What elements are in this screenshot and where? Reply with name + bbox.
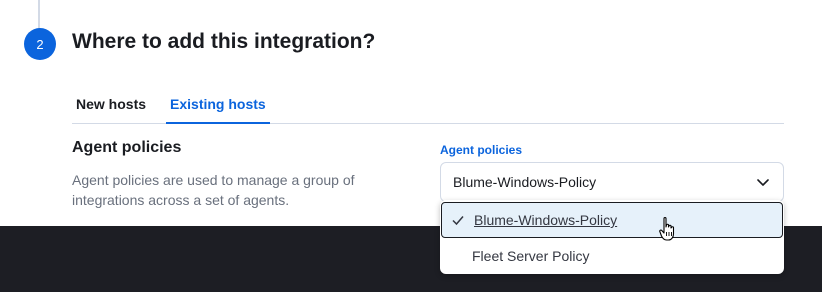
step-title: Where to add this integration? <box>72 30 376 53</box>
agent-policy-select-value: Blume-Windows-Policy <box>453 174 597 190</box>
agent-policies-description: Agent policies are used to manage a grou… <box>72 172 355 208</box>
agent-policies-field-label: Agent policies <box>440 143 523 157</box>
chevron-down-icon <box>757 179 769 186</box>
agent-policies-heading: Agent policies <box>72 139 182 156</box>
step-connector-line <box>38 0 40 30</box>
option-fleet-server-policy[interactable]: Fleet Server Policy <box>440 238 784 274</box>
option-blume-windows-policy[interactable]: Blume-Windows-Policy <box>441 202 783 238</box>
hand-cursor-icon <box>659 217 675 241</box>
host-tabs: New hosts Existing hosts <box>72 88 784 124</box>
option-label: Blume-Windows-Policy <box>474 212 618 228</box>
agent-policy-dropdown: Blume-Windows-Policy Fleet Server Policy <box>440 200 784 274</box>
step-number-badge: 2 <box>24 28 56 60</box>
tab-existing-hosts[interactable]: Existing hosts <box>166 88 270 124</box>
agent-policy-select[interactable]: Blume-Windows-Policy <box>440 162 784 202</box>
checkmark-icon <box>442 213 474 227</box>
option-label: Fleet Server Policy <box>472 248 590 264</box>
tab-new-hosts[interactable]: New hosts <box>72 88 150 124</box>
